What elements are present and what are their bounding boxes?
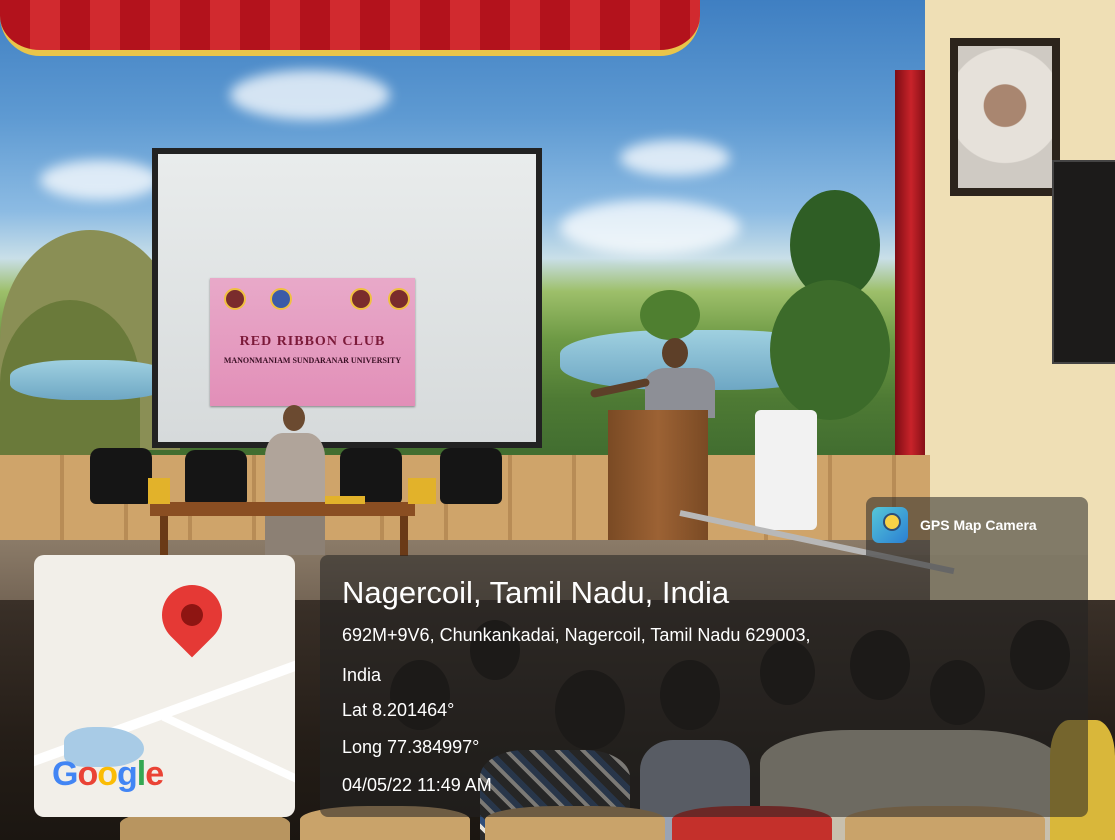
side-curtain (895, 70, 927, 490)
top-curtain (0, 0, 700, 56)
google-logo: Google (52, 755, 164, 793)
speaker-at-podium (589, 338, 720, 418)
loudspeaker (1052, 160, 1115, 364)
banner-subtitle: MANONMANIAM SUNDARANAR UNIVERSITY (223, 356, 402, 365)
photo-scene: RED RIBBON CLUB MANONMANIAM SUNDARANAR U… (0, 0, 1115, 840)
gps-map-camera-badge: GPS Map Camera (866, 497, 1088, 555)
location-latitude: Lat 8.201464° (342, 700, 455, 720)
wall-portrait (950, 38, 1060, 196)
location-datetime: 04/05/22 11:49 AM (342, 775, 492, 795)
table-leg (160, 516, 168, 556)
location-place: Nagercoil, Tamil Nadu, India (342, 575, 730, 610)
map-pin-icon (149, 572, 235, 658)
stage-chair (440, 448, 502, 504)
location-longitude: Long 77.384997° (342, 737, 480, 757)
banner-title: RED RIBBON CLUB (239, 334, 386, 349)
location-address-line2: India (342, 665, 382, 685)
gift-box (408, 478, 436, 504)
event-banner: RED RIBBON CLUB MANONMANIAM SUNDARANAR U… (210, 278, 415, 406)
location-info-panel: Nagercoil, Tamil Nadu, India 692M+9V6, C… (320, 555, 1088, 817)
gps-map-camera-app-icon (872, 507, 908, 543)
location-address-line1: 692M+9V6, Chunkankadai, Nagercoil, Tamil… (342, 625, 811, 645)
stage-chair (90, 448, 152, 504)
stage-chair (185, 450, 247, 506)
gps-map-camera-label: GPS Map Camera (920, 517, 1037, 533)
stage-table (150, 502, 415, 516)
gift-box (325, 496, 365, 504)
seated-guest (255, 405, 335, 555)
location-map-thumbnail: Google (34, 555, 295, 817)
air-cooler (755, 410, 817, 530)
gift-box (148, 478, 170, 504)
podium (608, 410, 708, 540)
table-leg (400, 516, 408, 556)
